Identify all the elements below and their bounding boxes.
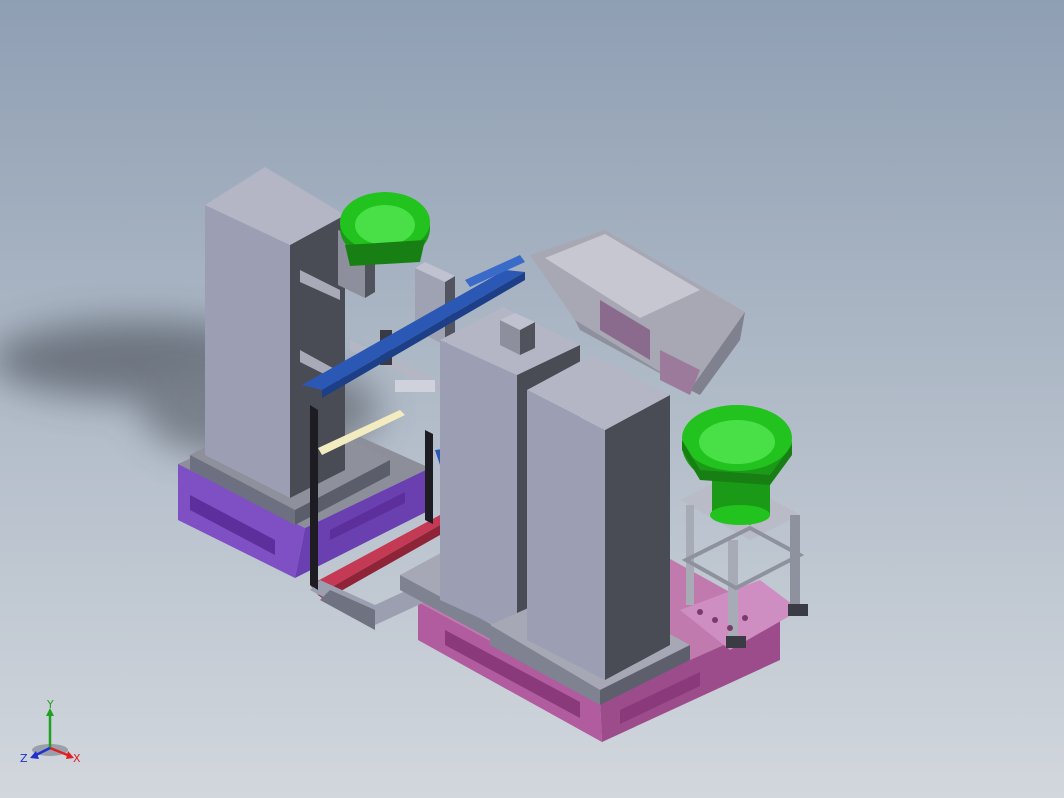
y-axis-label: Y <box>46 700 54 711</box>
z-axis-label: Z <box>20 752 28 765</box>
cad-viewport[interactable]: Y X Z <box>0 0 1064 798</box>
assembly-scene[interactable] <box>0 0 1064 798</box>
orientation-triad-icon: Y X Z <box>20 700 81 765</box>
x-axis-label: X <box>73 752 81 765</box>
left-vibratory-bowl[interactable] <box>340 192 430 266</box>
